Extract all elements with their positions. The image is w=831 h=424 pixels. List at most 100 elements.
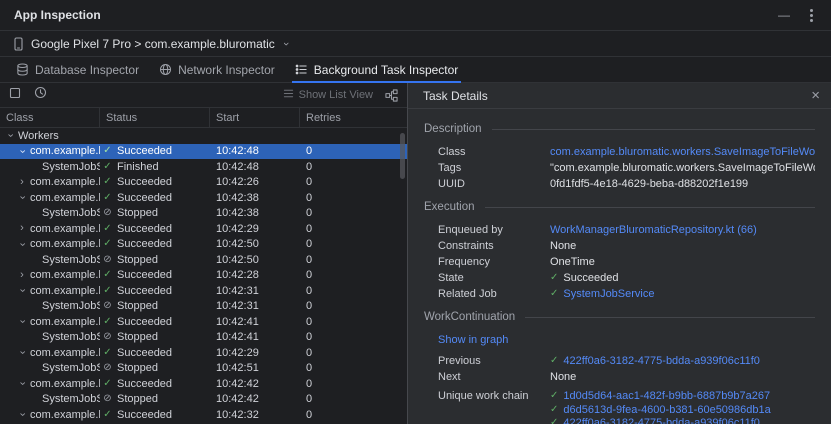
work-chain-item: ✓ 422ff0a6-3182-4775-bdda-a939f06c11f0 [550, 417, 771, 424]
task-retries-cell: 0 [300, 238, 407, 250]
task-status-cell: ✓ Succeeded [100, 378, 210, 390]
work-chain-item: ✓ d6d5613d-9fea-4600-b381-60e50986db1a [550, 404, 771, 417]
task-status-cell: ✓ Succeeded [100, 192, 210, 204]
task-status-cell: ✓ Succeeded [100, 269, 210, 281]
task-start-cell: 10:42:48 [210, 161, 300, 173]
related-job-link[interactable]: SystemJobService [563, 288, 654, 300]
task-row[interactable]: › com.example.bl ✓ Succeeded 10:42:28 0 [0, 268, 407, 284]
task-start-cell: 10:42:38 [210, 192, 300, 204]
task-table-body: › Workers › com.example.bl ✓ Succeeded 1… [0, 128, 407, 424]
task-status-text: Stopped [117, 393, 158, 405]
task-status-cell: ⊘ Stopped [100, 362, 210, 374]
task-row[interactable]: › com.example.bl ✓ Succeeded 10:42:32 0 [0, 407, 407, 423]
task-details-title: Task Details [423, 89, 488, 103]
chevron-down-icon[interactable]: › [280, 42, 292, 46]
row-chevron-icon[interactable]: › [16, 223, 28, 234]
task-row[interactable]: › com.example.bl ✓ Succeeded 10:42:29 0 [0, 221, 407, 237]
task-row[interactable]: SystemJobS ⊘ Stopped 10:42:38 0 [0, 206, 407, 222]
task-retries-cell: 0 [300, 207, 407, 219]
column-header-status[interactable]: Status [100, 108, 210, 127]
work-chain-uuid-link[interactable]: d6d5613d-9fea-4600-b381-60e50986db1a [563, 404, 770, 416]
task-status-text: Succeeded [117, 238, 172, 250]
task-row[interactable]: › com.example.bl ✓ Succeeded 10:42:42 0 [0, 376, 407, 392]
task-row[interactable]: › com.example.bl ✓ Succeeded 10:42:50 0 [0, 237, 407, 253]
task-class-text: SystemJobS [42, 254, 100, 266]
task-retries-cell: 0 [300, 145, 407, 157]
previous-uuid-link[interactable]: 422ff0a6-3182-4775-bdda-a939f06c11f0 [563, 355, 760, 367]
stopped-icon: ⊘ [102, 394, 113, 404]
more-options-icon[interactable] [810, 14, 813, 17]
task-row[interactable]: › com.example.bl ✓ Succeeded 10:42:29 0 [0, 345, 407, 361]
row-chevron-icon[interactable]: › [17, 238, 28, 250]
tab-database-inspector[interactable]: Database Inspector [6, 57, 149, 82]
tab-network-inspector[interactable]: Network Inspector [149, 57, 285, 82]
task-status-text: Stopped [117, 362, 158, 374]
task-row[interactable]: SystemJobS ⊘ Stopped 10:42:50 0 [0, 252, 407, 268]
task-retries-cell: 0 [300, 176, 407, 188]
task-row[interactable]: › com.example.bl ✓ Succeeded 10:42:38 0 [0, 190, 407, 206]
row-chevron-icon[interactable]: › [17, 316, 28, 328]
row-chevron-icon[interactable]: › [16, 270, 28, 281]
task-row[interactable]: › com.example.bl ✓ Succeeded 10:42:48 0 [0, 144, 407, 160]
related-job-label: Related Job [438, 288, 550, 300]
task-row[interactable]: › com.example.bl ✓ Succeeded 10:42:26 0 [0, 175, 407, 191]
vertical-scrollbar[interactable] [400, 133, 405, 179]
task-class-cell: SystemJobS [0, 207, 100, 219]
task-class-cell: › com.example.bl [0, 316, 100, 328]
group-chevron-icon[interactable]: › [5, 130, 16, 142]
task-class-cell: › com.example.bl [0, 192, 100, 204]
class-value-link[interactable]: com.example.bluromatic.workers.SaveImage… [550, 146, 815, 158]
row-chevron-icon[interactable]: › [16, 177, 28, 188]
task-row[interactable]: SystemJobS ⊘ Stopped 10:42:41 0 [0, 330, 407, 346]
row-chevron-icon[interactable]: › [17, 285, 28, 297]
task-row[interactable]: SystemJobS ⊘ Stopped 10:42:42 0 [0, 392, 407, 408]
success-check-icon: ✓ [102, 239, 113, 249]
row-chevron-icon[interactable]: › [17, 347, 28, 359]
workers-group-row[interactable]: › Workers [0, 128, 407, 144]
task-row[interactable]: › com.example.bl ✓ Succeeded 10:42:31 0 [0, 283, 407, 299]
task-details-body: Description Class com.example.bluromatic… [408, 109, 831, 424]
close-icon[interactable]: × [811, 88, 820, 103]
stop-recording-icon[interactable] [9, 86, 21, 104]
task-row[interactable]: SystemJobS ✓ Finished 10:42:48 0 [0, 159, 407, 175]
row-chevron-icon[interactable]: › [17, 145, 28, 157]
tab-background-task-inspector[interactable]: Background Task Inspector [285, 57, 469, 82]
show-list-view-button[interactable]: Show List View [283, 88, 373, 102]
task-status-cell: ⊘ Stopped [100, 207, 210, 219]
column-header-retries[interactable]: Retries [300, 108, 407, 127]
task-status-cell: ✓ Succeeded [100, 409, 210, 421]
show-in-graph-link[interactable]: Show in graph [438, 334, 508, 346]
task-class-text: com.example.bl [30, 269, 100, 281]
task-row[interactable]: › com.example.bl ✓ Succeeded 10:42:41 0 [0, 314, 407, 330]
task-status-cell: ⊘ Stopped [100, 331, 210, 343]
column-header-class[interactable]: Class [0, 108, 100, 127]
device-process-selector[interactable]: Google Pixel 7 Pro > com.example.bluroma… [31, 37, 275, 51]
task-retries-cell: 0 [300, 300, 407, 312]
task-retries-cell: 0 [300, 362, 407, 374]
row-chevron-icon[interactable]: › [17, 378, 28, 390]
row-chevron-icon[interactable]: › [17, 192, 28, 204]
device-bar: Google Pixel 7 Pro > com.example.bluroma… [0, 31, 831, 57]
work-chain-uuid-link[interactable]: 1d0d5d64-aac1-482f-b9bb-6887b9b7a267 [563, 390, 770, 402]
row-chevron-icon[interactable]: › [17, 409, 28, 421]
task-row[interactable]: SystemJobS ⊘ Stopped 10:42:31 0 [0, 299, 407, 315]
work-chain-uuid-link[interactable]: 422ff0a6-3182-4775-bdda-a939f06c11f0 [563, 417, 760, 424]
clock-icon[interactable] [34, 86, 47, 104]
task-start-cell: 10:42:48 [210, 145, 300, 157]
task-start-cell: 10:42:29 [210, 223, 300, 235]
tags-value: "com.example.bluromatic.workers.SaveImag… [550, 162, 815, 174]
work-chain-item: ✓ 1d0d5d64-aac1-482f-b9bb-6887b9b7a267 [550, 390, 771, 403]
task-row[interactable]: SystemJobS ⊘ Stopped 10:42:51 0 [0, 361, 407, 377]
column-header-start[interactable]: Start [210, 108, 300, 127]
task-status-text: Succeeded [117, 145, 172, 157]
task-start-cell: 10:42:28 [210, 269, 300, 281]
show-graph-view-icon[interactable] [385, 89, 398, 102]
enqueued-by-link[interactable]: WorkManagerBluromaticRepository.kt (66) [550, 224, 757, 236]
task-class-cell: SystemJobS [0, 393, 100, 405]
task-class-cell: SystemJobS [0, 161, 100, 173]
task-start-cell: 10:42:32 [210, 409, 300, 421]
task-status-text: Stopped [117, 300, 158, 312]
hide-panel-icon[interactable]: — [778, 9, 790, 21]
task-class-text: SystemJobS [42, 331, 100, 343]
constraints-label: Constraints [438, 240, 550, 252]
